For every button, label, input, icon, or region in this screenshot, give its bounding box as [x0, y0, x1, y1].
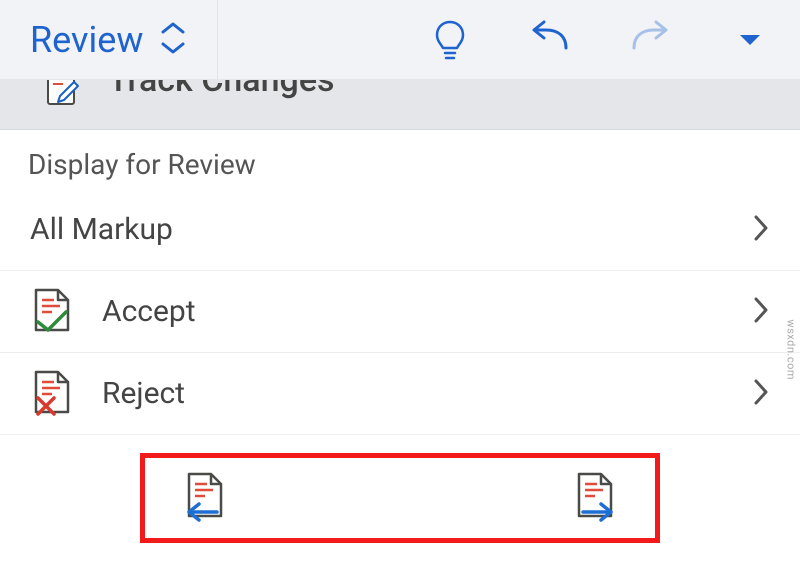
track-changes-label: Track Changes — [108, 80, 335, 100]
expand-collapse-icon — [159, 18, 187, 62]
change-navigation-highlight — [140, 453, 660, 543]
undo-icon — [526, 20, 574, 60]
markup-mode-value: All Markup — [30, 212, 752, 247]
reject-label: Reject — [102, 376, 185, 411]
markup-mode-row[interactable]: All Markup — [0, 189, 800, 271]
app-header: Review — [0, 0, 800, 80]
overflow-menu-button[interactable] — [700, 0, 800, 79]
previous-change-button[interactable] — [181, 470, 225, 526]
display-for-review-header: Display for Review — [0, 130, 800, 189]
ribbon-tab-label: Review — [30, 19, 143, 61]
next-change-button[interactable] — [575, 470, 619, 526]
track-changes-icon — [42, 80, 84, 112]
next-change-icon — [575, 470, 619, 522]
accept-label: Accept — [102, 294, 196, 329]
undo-button[interactable] — [500, 0, 600, 79]
accept-icon — [30, 286, 74, 338]
ribbon-tab-selector[interactable]: Review — [0, 0, 218, 79]
lightbulb-icon — [432, 18, 468, 62]
accept-row[interactable]: Accept — [0, 271, 800, 353]
watermark: wsxdn.com — [785, 319, 798, 380]
chevron-right-icon — [752, 377, 770, 411]
previous-change-icon — [181, 470, 225, 522]
reject-row[interactable]: Reject — [0, 353, 800, 435]
redo-button[interactable] — [600, 0, 700, 79]
track-changes-row[interactable]: Track Changes — [0, 80, 800, 130]
chevron-right-icon — [752, 213, 770, 247]
redo-icon — [626, 20, 674, 60]
lightbulb-button[interactable] — [400, 0, 500, 79]
caret-down-icon — [737, 32, 763, 48]
chevron-right-icon — [752, 295, 770, 329]
reject-icon — [30, 368, 74, 420]
